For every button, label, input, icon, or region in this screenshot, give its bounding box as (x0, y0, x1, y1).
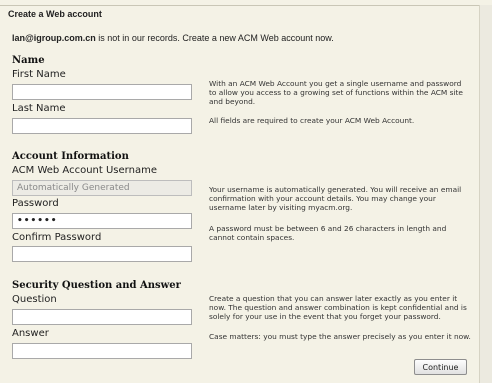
last-name-input[interactable] (12, 118, 192, 134)
notice-email: lan@igroup.com.cn (12, 33, 96, 43)
name-required-note: All fields are required to create your A… (209, 116, 415, 125)
answer-label: Answer (12, 328, 49, 339)
name-help-text: With an ACM Web Account you get a single… (209, 79, 463, 106)
top-divider (0, 5, 492, 6)
username-input (12, 180, 192, 196)
first-name-input[interactable] (12, 84, 192, 100)
name-section-heading: Name (12, 55, 45, 66)
password-input[interactable] (12, 213, 192, 229)
security-question-help: Create a question that you can answer la… (209, 294, 467, 321)
right-edge-bar (479, 5, 492, 383)
last-name-label: Last Name (12, 103, 66, 114)
confirm-password-label: Confirm Password (12, 232, 102, 243)
account-section-heading: Account Information (12, 151, 129, 162)
case-matters-note: Case matters: you must type the answer p… (209, 332, 471, 341)
username-label: ACM Web Account Username (12, 165, 157, 176)
notice-message: is not in our records. Create a new ACM … (95, 33, 334, 43)
question-label: Question (12, 294, 57, 305)
account-notice: lan@igroup.com.cn is not in our records.… (12, 33, 334, 43)
security-answer-input[interactable] (12, 343, 192, 359)
username-help-text: Your username is automatically generated… (209, 185, 462, 212)
security-section-heading: Security Question and Answer (12, 280, 181, 291)
panel-title: Create a Web account (8, 9, 102, 19)
first-name-label: First Name (12, 69, 66, 80)
continue-button[interactable]: Continue (414, 359, 467, 375)
password-rules-text: A password must be between 6 and 26 char… (209, 224, 447, 242)
security-question-input[interactable] (12, 309, 192, 325)
confirm-password-input[interactable] (12, 246, 192, 262)
password-label: Password (12, 198, 59, 209)
